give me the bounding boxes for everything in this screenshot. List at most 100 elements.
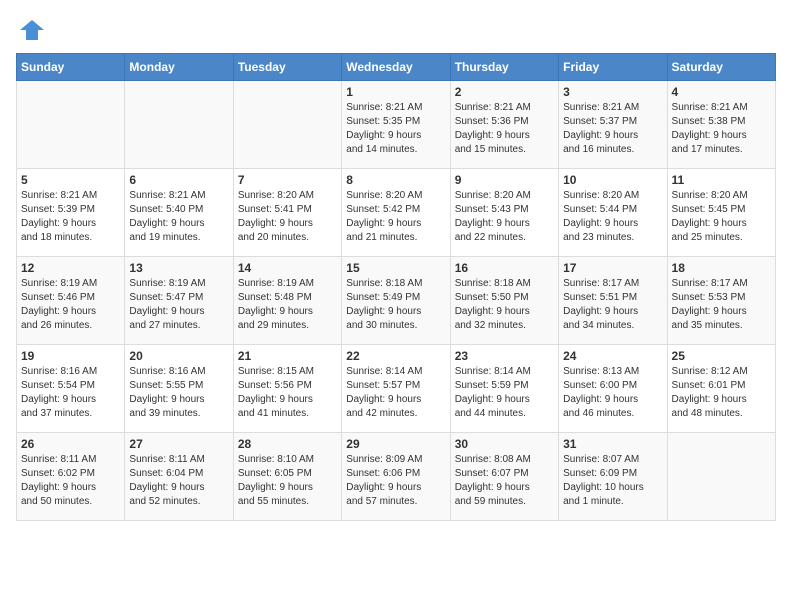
calendar-cell: 11 Sunrise: 8:20 AM Sunset: 5:45 PM Dayli… <box>667 168 775 256</box>
day-number: 12 <box>21 261 120 275</box>
day-number: 29 <box>346 437 445 451</box>
weekday-header-wednesday: Wednesday <box>342 53 450 80</box>
day-number: 20 <box>129 349 228 363</box>
weekday-header-saturday: Saturday <box>667 53 775 80</box>
calendar-cell: 27 Sunrise: 8:11 AM Sunset: 6:04 PM Dayli… <box>125 432 233 520</box>
logo-text <box>16 16 46 49</box>
day-info: Sunrise: 8:16 AM Sunset: 5:54 PM Dayligh… <box>21 365 120 421</box>
calendar-cell: 3Sunrise: 8:21 AM Sunset: 5:37 PM Daylig… <box>559 80 667 168</box>
day-info: Sunrise: 8:21 AM Sunset: 5:39 PM Dayligh… <box>21 189 120 245</box>
weekday-header-row: SundayMondayTuesdayWednesdayThursdayFrid… <box>17 53 776 80</box>
week-row-1: 1 Sunrise: 8:21 AM Sunset: 5:35 PM Daylig… <box>17 80 776 168</box>
day-number: 23 <box>455 349 554 363</box>
calendar-cell: 2 Sunrise: 8:21 AM Sunset: 5:36 PM Daylig… <box>450 80 558 168</box>
day-info: Sunrise: 8:18 AM Sunset: 5:50 PM Dayligh… <box>455 277 554 333</box>
day-info: Sunrise: 8:20 AM Sunset: 5:44 PM Dayligh… <box>563 189 662 245</box>
calendar-cell: 23 Sunrise: 8:14 AM Sunset: 5:59 PM Dayli… <box>450 344 558 432</box>
calendar-cell: 10 Sunrise: 8:20 AM Sunset: 5:44 PM Dayli… <box>559 168 667 256</box>
day-number: 1 <box>346 85 445 99</box>
week-row-3: 12 Sunrise: 8:19 AM Sunset: 5:46 PM Dayli… <box>17 256 776 344</box>
weekday-header-thursday: Thursday <box>450 53 558 80</box>
calendar-cell: 28 Sunrise: 8:10 AM Sunset: 6:05 PM Dayli… <box>233 432 341 520</box>
calendar-cell: 1 Sunrise: 8:21 AM Sunset: 5:35 PM Daylig… <box>342 80 450 168</box>
weekday-header-monday: Monday <box>125 53 233 80</box>
day-info: Sunrise: 8:09 AM Sunset: 6:06 PM Dayligh… <box>346 453 445 509</box>
day-number: 13 <box>129 261 228 275</box>
day-number: 11 <box>672 173 771 187</box>
day-number: 10 <box>563 173 662 187</box>
calendar-cell: 19 Sunrise: 8:16 AM Sunset: 5:54 PM Dayli… <box>17 344 125 432</box>
day-info: Sunrise: 8:11 AM Sunset: 6:02 PM Dayligh… <box>21 453 120 509</box>
day-info: Sunrise: 8:16 AM Sunset: 5:55 PM Dayligh… <box>129 365 228 421</box>
day-info: Sunrise: 8:12 AM Sunset: 6:01 PM Dayligh… <box>672 365 771 421</box>
calendar-cell: 31 Sunrise: 8:07 AM Sunset: 6:09 PM Dayli… <box>559 432 667 520</box>
week-row-2: 5 Sunrise: 8:21 AM Sunset: 5:39 PM Daylig… <box>17 168 776 256</box>
week-row-5: 26 Sunrise: 8:11 AM Sunset: 6:02 PM Dayli… <box>17 432 776 520</box>
calendar-cell: 5 Sunrise: 8:21 AM Sunset: 5:39 PM Daylig… <box>17 168 125 256</box>
day-number: 2 <box>455 85 554 99</box>
day-number: 4 <box>672 85 771 99</box>
calendar-cell: 17Sunrise: 8:17 AM Sunset: 5:51 PM Dayli… <box>559 256 667 344</box>
day-info: Sunrise: 8:21 AM Sunset: 5:35 PM Dayligh… <box>346 101 445 157</box>
day-info: Sunrise: 8:07 AM Sunset: 6:09 PM Dayligh… <box>563 453 662 509</box>
weekday-header-tuesday: Tuesday <box>233 53 341 80</box>
day-info: Sunrise: 8:20 AM Sunset: 5:42 PM Dayligh… <box>346 189 445 245</box>
weekday-header-sunday: Sunday <box>17 53 125 80</box>
day-number: 18 <box>672 261 771 275</box>
day-info: Sunrise: 8:20 AM Sunset: 5:43 PM Dayligh… <box>455 189 554 245</box>
day-number: 5 <box>21 173 120 187</box>
day-number: 27 <box>129 437 228 451</box>
day-number: 14 <box>238 261 337 275</box>
day-number: 30 <box>455 437 554 451</box>
week-row-4: 19 Sunrise: 8:16 AM Sunset: 5:54 PM Dayli… <box>17 344 776 432</box>
calendar-cell: 30 Sunrise: 8:08 AM Sunset: 6:07 PM Dayli… <box>450 432 558 520</box>
day-number: 24 <box>563 349 662 363</box>
calendar-cell: 4 Sunrise: 8:21 AM Sunset: 5:38 PM Daylig… <box>667 80 775 168</box>
calendar-cell: 25 Sunrise: 8:12 AM Sunset: 6:01 PM Dayli… <box>667 344 775 432</box>
day-info: Sunrise: 8:08 AM Sunset: 6:07 PM Dayligh… <box>455 453 554 509</box>
day-info: Sunrise: 8:21 AM Sunset: 5:36 PM Dayligh… <box>455 101 554 157</box>
day-number: 28 <box>238 437 337 451</box>
day-info: Sunrise: 8:15 AM Sunset: 5:56 PM Dayligh… <box>238 365 337 421</box>
day-info: Sunrise: 8:11 AM Sunset: 6:04 PM Dayligh… <box>129 453 228 509</box>
logo <box>16 16 46 45</box>
day-info: Sunrise: 8:21 AM Sunset: 5:40 PM Dayligh… <box>129 189 228 245</box>
day-info: Sunrise: 8:13 AM Sunset: 6:00 PM Dayligh… <box>563 365 662 421</box>
day-info: Sunrise: 8:17 AM Sunset: 5:53 PM Dayligh… <box>672 277 771 333</box>
calendar-cell: 12 Sunrise: 8:19 AM Sunset: 5:46 PM Dayli… <box>17 256 125 344</box>
day-number: 6 <box>129 173 228 187</box>
calendar-cell: 22Sunrise: 8:14 AM Sunset: 5:57 PM Dayli… <box>342 344 450 432</box>
day-number: 8 <box>346 173 445 187</box>
calendar-cell: 29 Sunrise: 8:09 AM Sunset: 6:06 PM Dayli… <box>342 432 450 520</box>
day-number: 19 <box>21 349 120 363</box>
day-number: 25 <box>672 349 771 363</box>
calendar-cell <box>125 80 233 168</box>
day-number: 22 <box>346 349 445 363</box>
page-header <box>16 16 776 45</box>
day-info: Sunrise: 8:19 AM Sunset: 5:46 PM Dayligh… <box>21 277 120 333</box>
calendar-cell: 13 Sunrise: 8:19 AM Sunset: 5:47 PM Dayli… <box>125 256 233 344</box>
day-number: 9 <box>455 173 554 187</box>
day-number: 26 <box>21 437 120 451</box>
day-number: 15 <box>346 261 445 275</box>
day-info: Sunrise: 8:19 AM Sunset: 5:47 PM Dayligh… <box>129 277 228 333</box>
calendar-cell: 26 Sunrise: 8:11 AM Sunset: 6:02 PM Dayli… <box>17 432 125 520</box>
calendar-cell: 14 Sunrise: 8:19 AM Sunset: 5:48 PM Dayli… <box>233 256 341 344</box>
day-info: Sunrise: 8:20 AM Sunset: 5:45 PM Dayligh… <box>672 189 771 245</box>
day-number: 7 <box>238 173 337 187</box>
day-info: Sunrise: 8:21 AM Sunset: 5:38 PM Dayligh… <box>672 101 771 157</box>
calendar-cell <box>667 432 775 520</box>
day-info: Sunrise: 8:14 AM Sunset: 5:59 PM Dayligh… <box>455 365 554 421</box>
day-number: 3 <box>563 85 662 99</box>
day-number: 16 <box>455 261 554 275</box>
day-info: Sunrise: 8:10 AM Sunset: 6:05 PM Dayligh… <box>238 453 337 509</box>
calendar-cell: 15 Sunrise: 8:18 AM Sunset: 5:49 PM Dayli… <box>342 256 450 344</box>
calendar-cell: 16 Sunrise: 8:18 AM Sunset: 5:50 PM Dayli… <box>450 256 558 344</box>
day-info: Sunrise: 8:20 AM Sunset: 5:41 PM Dayligh… <box>238 189 337 245</box>
weekday-header-friday: Friday <box>559 53 667 80</box>
day-number: 21 <box>238 349 337 363</box>
day-number: 31 <box>563 437 662 451</box>
day-info: Sunrise: 8:19 AM Sunset: 5:48 PM Dayligh… <box>238 277 337 333</box>
day-info: Sunrise: 8:18 AM Sunset: 5:49 PM Dayligh… <box>346 277 445 333</box>
calendar-cell: 21 Sunrise: 8:15 AM Sunset: 5:56 PM Dayli… <box>233 344 341 432</box>
